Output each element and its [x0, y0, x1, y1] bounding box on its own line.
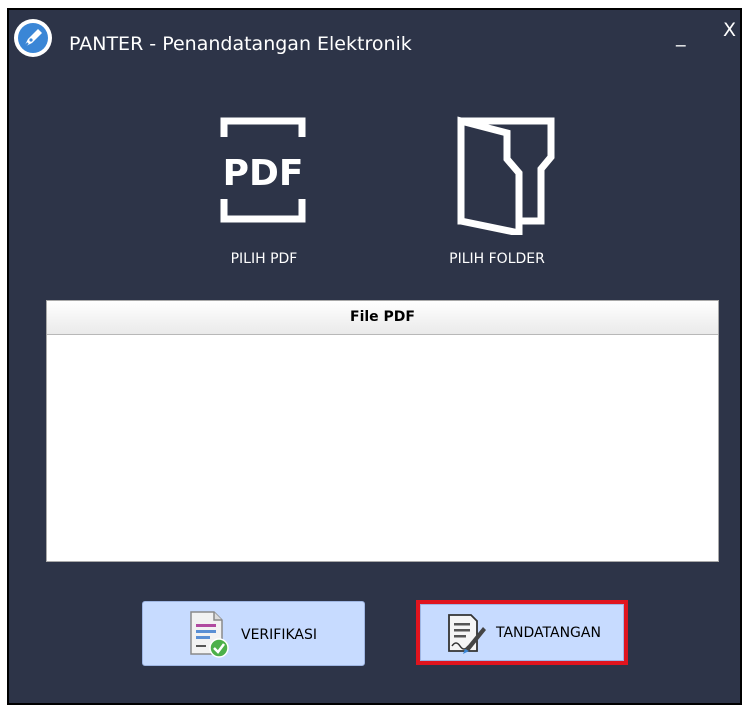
- pick-pdf-button[interactable]: PDF PILIH PDF: [214, 115, 314, 275]
- app-window: PANTER - Penandatangan Elektronik _ X PD…: [7, 8, 742, 705]
- verify-button[interactable]: VERIFIKASI: [142, 601, 365, 666]
- pdf-file-icon: PDF: [220, 117, 306, 223]
- window-title: PANTER - Penandatangan Elektronik: [69, 33, 412, 55]
- pen-nib-icon: [14, 19, 52, 57]
- pdf-icon-text: PDF: [223, 153, 304, 194]
- folder-icon: [457, 116, 555, 238]
- pick-pdf-label: PILIH PDF: [230, 251, 298, 267]
- signed-document-icon: [448, 614, 486, 654]
- verify-button-label: VERIFIKASI: [241, 627, 317, 643]
- close-button[interactable]: X: [723, 18, 736, 42]
- minimize-button[interactable]: _: [676, 24, 686, 48]
- pick-folder-label: PILIH FOLDER: [449, 251, 545, 267]
- file-table[interactable]: File PDF: [46, 300, 719, 562]
- verified-document-icon: [190, 611, 229, 658]
- pick-folder-button[interactable]: PILIH FOLDER: [437, 113, 557, 275]
- sign-button[interactable]: TANDATANGAN: [420, 604, 624, 661]
- file-table-header[interactable]: File PDF: [47, 301, 718, 335]
- title-bar[interactable]: PANTER - Penandatangan Elektronik _ X: [9, 10, 740, 80]
- sign-button-label: TANDATANGAN: [496, 625, 601, 641]
